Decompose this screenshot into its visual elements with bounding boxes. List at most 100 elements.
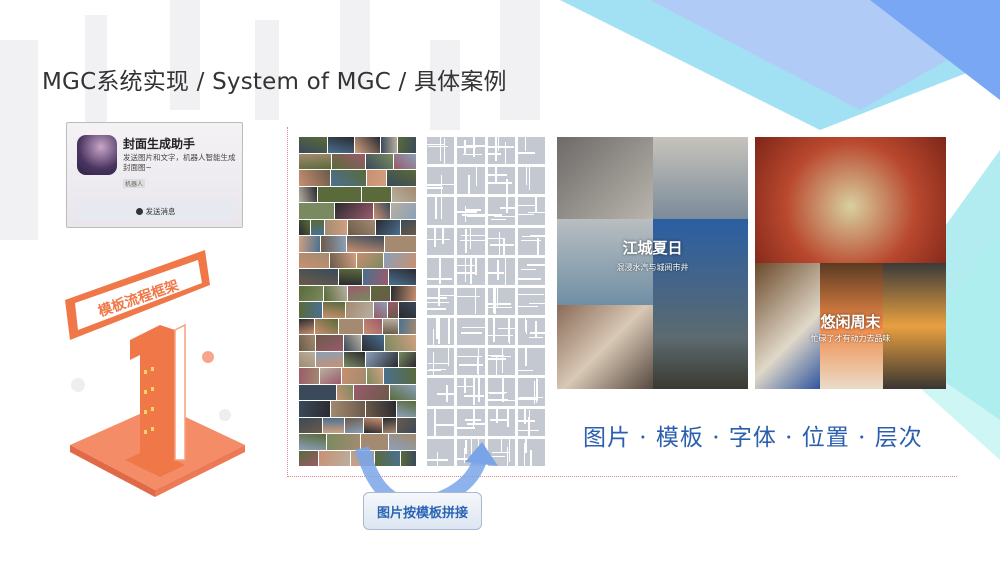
photo-thumbnail [299,450,319,466]
photo-thumbnail [397,417,416,433]
photo-thumbnail [332,153,366,169]
layout-template [487,257,515,285]
photo-thumbnail [353,384,389,400]
bot-avatar [77,135,117,175]
photo-thumbnail [299,219,311,235]
photo-thumbnail [299,335,316,351]
photo-thumbnail [299,368,319,384]
photo-thumbnail [331,170,367,186]
layout-template [487,287,515,316]
photo-thumbnail [346,302,374,318]
layout-template [517,227,545,255]
photo-thumbnail [299,401,330,417]
photo-row [299,186,416,202]
layout-template [517,318,545,346]
layout-template [457,348,485,376]
template-framework-illustration: 模板流程框架 [65,250,245,497]
photo-thumbnail [387,170,416,186]
photo-thumbnail [362,335,385,351]
layout-template [517,257,545,285]
photo-thumbnail [380,137,397,153]
layout-template [517,197,545,225]
merge-by-template-button[interactable]: 图片按模板拼接 [363,492,482,530]
poster-leisure-weekend: 悠闲周末 忙碌了才有动力去品味 [755,137,946,389]
send-message-button[interactable]: 发送消息 [77,201,234,221]
photo-thumbnail [338,269,362,285]
send-message-label: 发送消息 [145,206,176,216]
bot-description: 发送图片和文字，机器人智能生成封面图~ [123,153,236,172]
layout-template [457,378,485,406]
photo-thumbnail [299,170,331,186]
layout-template [457,318,485,346]
layout-template [517,408,545,436]
photo-thumbnail [390,203,416,219]
photo-thumbnail [345,417,363,433]
photo-thumbnail [324,219,347,235]
page-title: MGC系统实现 / System of MGC / 具体案例 [42,69,507,95]
photo-thumbnail [299,417,323,433]
chat-icon [135,207,143,215]
photo-thumbnail [299,302,323,318]
layout-template [427,167,455,195]
photo-thumbnail [344,351,366,367]
photo-thumbnail [370,285,391,301]
photo-thumbnail [338,318,364,334]
photo-thumbnail [323,302,346,318]
photo-row [299,351,416,367]
layout-template [517,167,545,195]
photo-thumbnail [342,368,366,384]
photo-thumbnail [329,252,357,268]
poster-subtitle: 忙碌了才有动力去品味 [810,334,891,343]
photo-thumbnail [316,335,343,351]
feature-caption: 图片 · 模板 · 字体 · 位置 · 层次 [583,425,923,451]
photo-thumbnail [299,236,321,252]
layout-template [487,378,515,406]
photo-thumbnail [366,153,393,169]
layout-template [457,257,485,285]
photo-thumbnail [382,417,397,433]
photo-thumbnail [299,186,318,202]
photo-thumbnail [398,318,416,334]
photo-row [299,384,417,400]
photo-thumbnail [311,219,324,235]
source-photo-collection [299,137,417,466]
photo-thumbnail [319,368,341,384]
poster-summer-city: 江城夏日 混浸水汽与城阅市井 [557,137,748,389]
photo-thumbnail [323,417,345,433]
photo-thumbnail [385,335,416,351]
photo-thumbnail [347,219,375,235]
photo-thumbnail [299,203,335,219]
photo-thumbnail [299,137,327,153]
layout-template [427,137,455,165]
photo-row [299,401,417,417]
photo-row [299,335,416,351]
photo-thumbnail [367,170,387,186]
layout-template [457,287,485,316]
photo-thumbnail [396,401,417,417]
photo-thumbnail [366,401,396,417]
photo-row [299,302,416,318]
photo-thumbnail [314,318,338,334]
photo-thumbnail [382,318,398,334]
layout-template [427,257,455,285]
photo-thumbnail [375,219,400,235]
layout-template [487,227,515,255]
photo-thumbnail [318,186,362,202]
layout-template [487,137,515,165]
photo-thumbnail [299,384,336,400]
layout-template [427,408,455,436]
photo-thumbnail [336,384,353,400]
photo-thumbnail [391,285,417,301]
bot-name: 封面生成助手 [123,137,196,151]
layout-template [427,197,455,225]
photo-thumbnail [366,351,399,367]
layout-template [517,137,545,165]
layout-template [487,167,515,195]
layout-template [457,197,485,225]
photo-thumbnail [299,252,329,268]
layout-template [427,227,455,255]
photo-thumbnail [383,368,416,384]
photo-thumbnail [393,153,416,169]
photo-thumbnail [357,252,383,268]
photo-thumbnail [335,203,373,219]
